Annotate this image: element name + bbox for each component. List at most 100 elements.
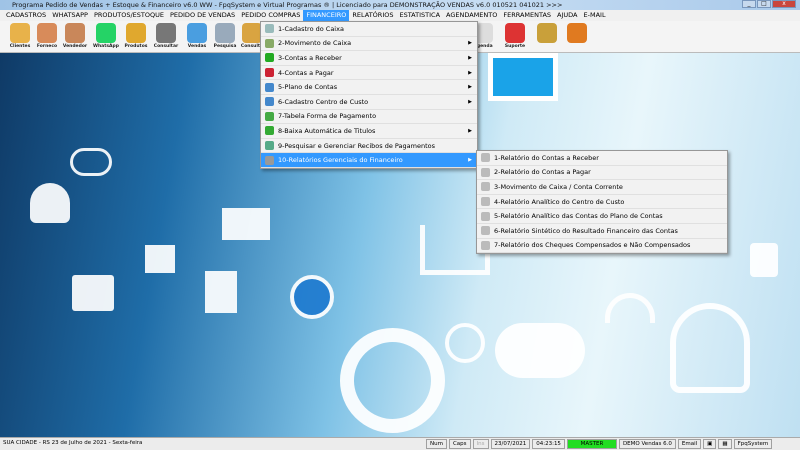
menu-item-label: 9-Pesquisar e Gerenciar Recibos de Pagam… bbox=[278, 141, 435, 150]
menu-item-label: 1-Cadastro do Caixa bbox=[278, 24, 344, 33]
menu-item-label: 4-Contas a Pagar bbox=[278, 68, 334, 77]
menu-item-icon bbox=[265, 68, 274, 78]
relatorio-menu-item[interactable]: 7-Relatório dos Cheques Compensados e Nã… bbox=[477, 239, 727, 254]
status-bar: SUA CIDADE - RS 23 de Julho de 2021 - Se… bbox=[0, 437, 800, 450]
toolbar-button-suporte[interactable]: Suporte bbox=[501, 22, 529, 52]
produtos-icon bbox=[126, 23, 146, 43]
cloud-icon bbox=[495, 323, 585, 378]
menu-item-label: 2-Movimento de Caixa bbox=[278, 39, 352, 48]
title-bar: Programa Pedido de Vendas + Estoque & Fi… bbox=[0, 0, 800, 10]
toolbar-button-clientes[interactable]: Clientes bbox=[6, 22, 34, 52]
submenu-arrow-icon: ▶ bbox=[468, 98, 472, 105]
menu-item-icon bbox=[265, 111, 274, 121]
menu-item-label: 6-Cadastro Centro de Custo bbox=[278, 97, 369, 106]
printer-icon bbox=[481, 211, 490, 221]
menu-agendamento[interactable]: AGENDAMENTO bbox=[443, 10, 500, 21]
relatorio-menu-item[interactable]: 1-Relatório do Contas a Receber bbox=[477, 151, 727, 166]
menu-financeiro[interactable]: FINANCEIRO bbox=[303, 10, 350, 21]
financeiro-menu-item[interactable]: 2-Movimento de Caixa ▶ bbox=[261, 37, 477, 52]
financeiro-menu-item[interactable]: 4-Contas a Pagar ▶ bbox=[261, 66, 477, 81]
submenu-arrow-icon: ▶ bbox=[468, 54, 472, 61]
toolbar-label: Consultar bbox=[153, 44, 179, 49]
printer-icon bbox=[481, 182, 490, 192]
printer-icon[interactable]: ▣ bbox=[703, 439, 717, 449]
toolbar-button-consultar[interactable]: Consultar bbox=[152, 22, 180, 52]
toolbar-button-vendas[interactable]: Vendas bbox=[183, 22, 211, 52]
submenu-arrow-icon: ▶ bbox=[468, 40, 472, 47]
status-city: SUA CIDADE - RS 23 de Julho de 2021 - Se… bbox=[3, 440, 143, 446]
toolbar-label: WhatsApp bbox=[93, 44, 119, 49]
maximize-button[interactable]: □ bbox=[757, 0, 771, 8]
relatorio-menu-item[interactable]: 2-Relatório do Contas a Pagar bbox=[477, 166, 727, 181]
status-date: 23/07/2021 bbox=[490, 439, 531, 449]
forneco-icon bbox=[37, 23, 57, 43]
vendas-icon bbox=[187, 23, 207, 43]
toolbar-label: Produtos bbox=[124, 44, 148, 49]
minimize-button[interactable]: _ bbox=[742, 0, 756, 8]
toolbar-button-produtos[interactable]: Produtos bbox=[122, 22, 150, 52]
calculator-icon[interactable]: ▦ bbox=[718, 439, 732, 449]
financeiro-menu-item[interactable]: 6-Cadastro Centro de Custo ▶ bbox=[261, 95, 477, 110]
menu-relat-rios[interactable]: RELATÓRIOS bbox=[349, 10, 396, 21]
menu-cadastros[interactable]: CADASTROS bbox=[3, 10, 49, 21]
toolbar-label: Clientes bbox=[9, 44, 31, 49]
financeiro-menu-item[interactable]: 9-Pesquisar e Gerenciar Recibos de Pagam… bbox=[261, 139, 477, 154]
people-icon bbox=[30, 183, 70, 223]
menu-item-icon bbox=[265, 97, 274, 107]
menu-estatistica[interactable]: ESTATISTICA bbox=[396, 10, 443, 21]
close-button[interactable]: x bbox=[772, 0, 796, 8]
menu-ajuda[interactable]: AJUDA bbox=[554, 10, 580, 21]
menu-produtos-estoque[interactable]: PRODUTOS/ESTOQUE bbox=[91, 10, 167, 21]
menu-item-icon bbox=[265, 24, 274, 34]
menu-pedido-compras[interactable]: PEDIDO COMPRAS bbox=[238, 10, 303, 21]
whatsapp-icon bbox=[96, 23, 116, 43]
window-title: Programa Pedido de Vendas + Estoque & Fi… bbox=[12, 1, 563, 9]
menu-item-label: 4-Relatório Analítico do Centro de Custo bbox=[494, 197, 625, 206]
status-brand: FpqSystem bbox=[733, 439, 773, 449]
status-time: 04:23:15 bbox=[532, 439, 565, 449]
menu-item-label: 5-Relatório Analítico das Contas do Plan… bbox=[494, 212, 663, 221]
menu-item-icon bbox=[265, 53, 274, 63]
financeiro-menu-item[interactable]: 7-Tabela Forma de Pagamento bbox=[261, 110, 477, 125]
clientes-icon bbox=[10, 23, 30, 43]
suporte-icon bbox=[505, 23, 525, 43]
submenu-arrow-icon: ▶ bbox=[468, 84, 472, 91]
menu-e-mail[interactable]: E-MAIL bbox=[581, 10, 609, 21]
financeiro-menu-item[interactable]: 10-Relatórios Gerenciais do Financeiro ▶ bbox=[261, 153, 477, 168]
status-caps: Caps bbox=[448, 439, 471, 449]
menu-item-icon bbox=[265, 155, 274, 165]
financeiro-menu-item[interactable]: 3-Contas a Receber ▶ bbox=[261, 51, 477, 66]
submenu-arrow-icon: ▶ bbox=[468, 157, 472, 164]
menu-pedido-de-vendas[interactable]: PEDIDO DE VENDAS bbox=[167, 10, 238, 21]
financeiro-menu-item[interactable]: 1-Cadastro do Caixa bbox=[261, 22, 477, 37]
financeiro-menu-item[interactable]: 8-Baixa Automática de Titulos ▶ bbox=[261, 124, 477, 139]
toolbar-button-item-12[interactable] bbox=[563, 22, 591, 52]
menu-whatsapp[interactable]: WHATSAPP bbox=[49, 10, 91, 21]
target-icon bbox=[340, 328, 445, 433]
toolbar-button-whatsapp[interactable]: WhatsApp bbox=[92, 22, 120, 52]
lock-icon bbox=[750, 243, 778, 277]
menu-item-label: 7-Tabela Forma de Pagamento bbox=[278, 112, 377, 121]
relatorio-menu-item[interactable]: 3-Movimento de Caixa / Conta Corrente bbox=[477, 180, 727, 195]
menu-ferramentas[interactable]: FERRAMENTAS bbox=[500, 10, 554, 21]
tool-12-icon bbox=[567, 23, 587, 43]
monitor-icon bbox=[488, 53, 558, 101]
status-num: Num bbox=[426, 439, 447, 449]
submenu-arrow-icon: ▶ bbox=[468, 69, 472, 76]
tool-11-icon bbox=[537, 23, 557, 43]
toolbar-button-pesquisa[interactable]: Pesquisa bbox=[211, 22, 239, 52]
menu-item-icon bbox=[265, 126, 274, 136]
email-button[interactable]: Email bbox=[677, 439, 702, 449]
toolbar-button-vendedor[interactable]: Vendedor bbox=[61, 22, 89, 52]
financeiro-dropdown: 1-Cadastro do Caixa 2-Movimento de Caixa ▶… bbox=[260, 21, 478, 169]
submenu-arrow-icon: ▶ bbox=[468, 127, 472, 134]
status-ins: Ins bbox=[472, 439, 489, 449]
menu-item-label: 5-Plano de Contas bbox=[278, 83, 338, 92]
relatorio-menu-item[interactable]: 4-Relatório Analítico do Centro de Custo bbox=[477, 195, 727, 210]
toolbar-button-forneco[interactable]: Forneco bbox=[33, 22, 61, 52]
relatorio-menu-item[interactable]: 6-Relatório Sintético do Resultado Finan… bbox=[477, 224, 727, 239]
toolbar-button-item-11[interactable] bbox=[533, 22, 561, 52]
financeiro-menu-item[interactable]: 5-Plano de Contas ▶ bbox=[261, 80, 477, 95]
relatorio-menu-item[interactable]: 5-Relatório Analítico das Contas do Plan… bbox=[477, 209, 727, 224]
document-icon bbox=[205, 271, 237, 313]
